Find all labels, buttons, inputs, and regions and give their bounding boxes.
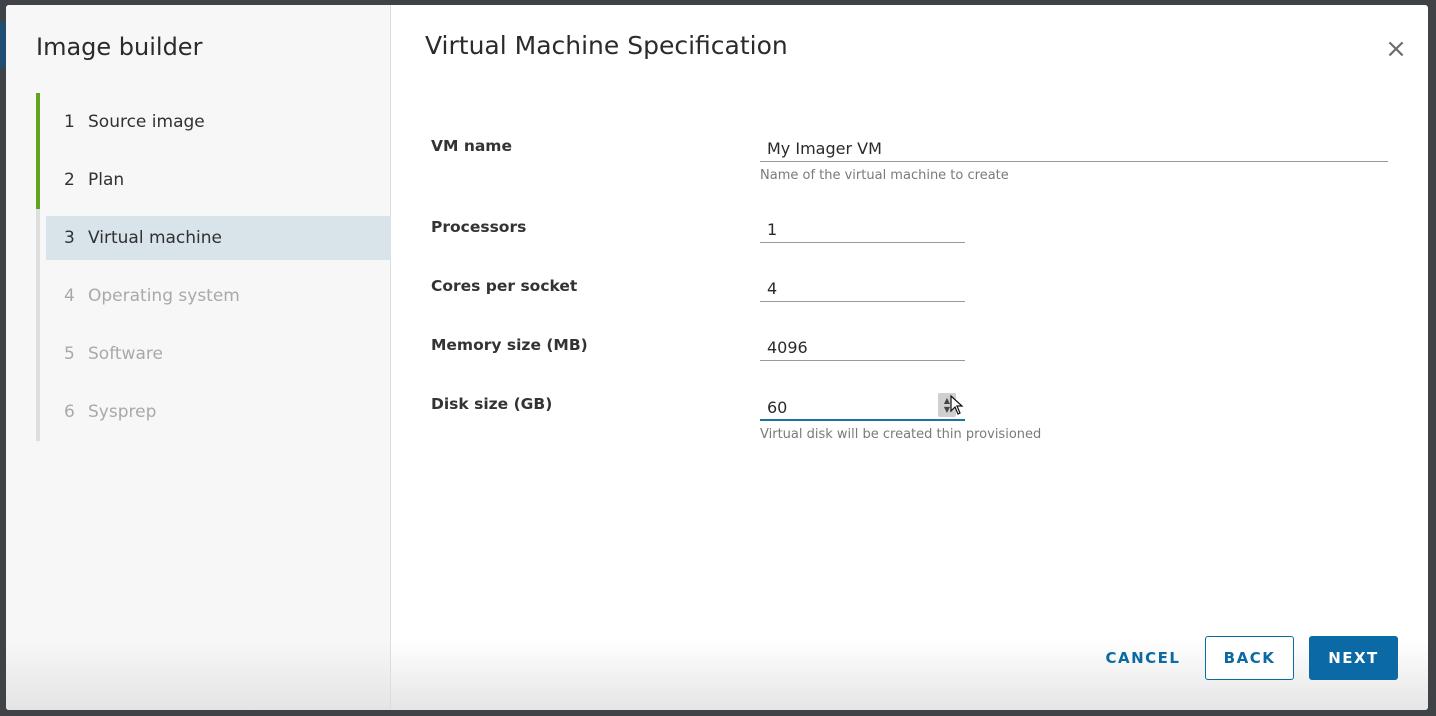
step-source-image[interactable]: 1 Source image <box>36 93 391 151</box>
vm-name-helper: Name of the virtual machine to create <box>760 168 1009 183</box>
mouse-pointer-icon <box>950 395 964 415</box>
wizard-title: Image builder <box>36 33 203 61</box>
disk-size-helper: Virtual disk will be created thin provis… <box>760 427 1042 442</box>
step-number: 3 <box>64 228 75 248</box>
memory-size-label: Memory size (MB) <box>431 336 588 354</box>
wizard-sidebar: Image builder 1 Source image 2 Plan 3 Vi… <box>6 5 391 710</box>
image-builder-dialog: Image builder 1 Source image 2 Plan 3 Vi… <box>6 5 1428 710</box>
cores-per-socket-input[interactable] <box>760 272 965 302</box>
processors-input[interactable] <box>760 213 965 243</box>
step-number: 5 <box>64 344 75 364</box>
step-sysprep: 6 Sysprep <box>36 383 391 441</box>
step-operating-system: 4 Operating system <box>36 267 391 325</box>
cancel-button[interactable]: CANCEL <box>1095 636 1191 680</box>
wizard-steps: 1 Source image 2 Plan 3 Virtual machine … <box>36 93 391 441</box>
step-software: 5 Software <box>36 325 391 383</box>
disk-size-label: Disk size (GB) <box>431 395 553 413</box>
disk-size-input[interactable] <box>760 391 965 421</box>
step-label: Software <box>88 344 163 364</box>
step-number: 6 <box>64 402 75 422</box>
vm-name-label: VM name <box>431 137 512 155</box>
next-button[interactable]: NEXT <box>1309 636 1398 680</box>
close-icon[interactable]: × <box>1384 36 1408 62</box>
back-button[interactable]: BACK <box>1205 636 1294 680</box>
step-number: 4 <box>64 286 75 306</box>
sidebar-footer-shade <box>6 640 390 710</box>
page-title: Virtual Machine Specification <box>425 31 788 60</box>
memory-size-input[interactable] <box>760 331 965 361</box>
step-number: 1 <box>64 112 75 132</box>
step-label: Plan <box>88 170 125 190</box>
wizard-content: Virtual Machine Specification × VM name … <box>391 5 1428 710</box>
step-plan[interactable]: 2 Plan <box>36 151 391 209</box>
step-label: Virtual machine <box>88 228 223 248</box>
vm-name-input[interactable] <box>760 132 1388 162</box>
step-label: Operating system <box>88 286 240 306</box>
step-label: Sysprep <box>88 402 157 422</box>
step-label: Source image <box>88 112 205 132</box>
step-number: 2 <box>64 170 75 190</box>
cores-per-socket-label: Cores per socket <box>431 277 578 295</box>
step-virtual-machine[interactable]: 3 Virtual machine <box>36 209 391 267</box>
processors-label: Processors <box>431 218 527 236</box>
